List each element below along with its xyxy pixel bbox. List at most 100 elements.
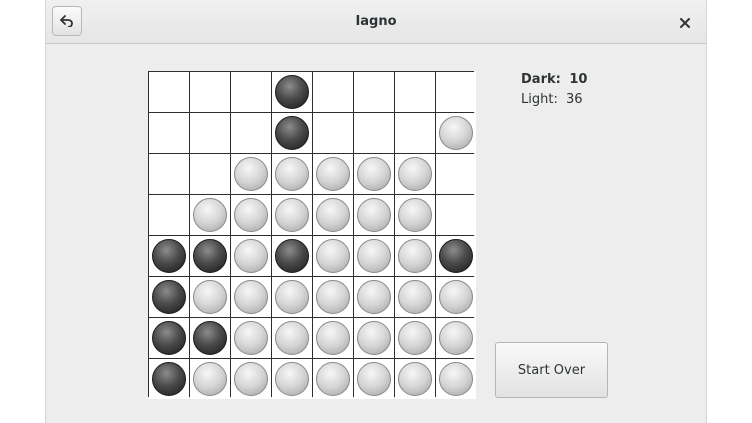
board-cell[interactable]	[149, 318, 189, 358]
board-cell[interactable]	[313, 236, 353, 276]
board-cell[interactable]	[436, 72, 476, 112]
light-piece	[234, 157, 268, 191]
light-piece	[439, 280, 473, 314]
board-cell[interactable]	[395, 154, 435, 194]
light-piece	[398, 362, 432, 396]
close-icon	[680, 13, 690, 32]
board-cell[interactable]	[149, 113, 189, 153]
board-cell[interactable]	[436, 359, 476, 399]
light-piece	[316, 321, 350, 355]
board-cell[interactable]	[190, 277, 230, 317]
board-cell[interactable]	[354, 72, 394, 112]
light-piece	[316, 239, 350, 273]
board-cell[interactable]	[395, 236, 435, 276]
board-cell[interactable]	[231, 154, 271, 194]
board-cell[interactable]	[231, 195, 271, 235]
dark-score: Dark: 10	[521, 70, 587, 90]
board-cell[interactable]	[395, 72, 435, 112]
light-piece	[275, 157, 309, 191]
board-cell[interactable]	[436, 195, 476, 235]
board-cell[interactable]	[313, 154, 353, 194]
board-cell[interactable]	[190, 72, 230, 112]
light-piece	[398, 198, 432, 232]
board-cell[interactable]	[395, 318, 435, 358]
light-piece	[316, 157, 350, 191]
board-cell[interactable]	[436, 154, 476, 194]
light-piece	[234, 239, 268, 273]
start-over-button[interactable]: Start Over	[495, 342, 608, 398]
dark-score-label: Dark:	[521, 72, 561, 87]
light-piece	[316, 198, 350, 232]
board-cell[interactable]	[395, 277, 435, 317]
light-piece	[357, 362, 391, 396]
board-cell[interactable]	[272, 318, 312, 358]
board-cell[interactable]	[272, 72, 312, 112]
dark-piece	[193, 239, 227, 273]
board-cell[interactable]	[272, 359, 312, 399]
board-cell[interactable]	[190, 359, 230, 399]
board-cell[interactable]	[272, 236, 312, 276]
close-button[interactable]	[674, 11, 696, 33]
board-cell[interactable]	[149, 359, 189, 399]
dark-piece	[152, 362, 186, 396]
board-cell[interactable]	[190, 195, 230, 235]
board-cell[interactable]	[313, 318, 353, 358]
board-cell[interactable]	[149, 277, 189, 317]
board-cell[interactable]	[272, 154, 312, 194]
board-cell[interactable]	[395, 195, 435, 235]
light-piece	[357, 157, 391, 191]
board-cell[interactable]	[190, 236, 230, 276]
board-cell[interactable]	[354, 277, 394, 317]
light-piece	[234, 362, 268, 396]
board-cell[interactable]	[354, 154, 394, 194]
board-cell[interactable]	[436, 113, 476, 153]
board-cell[interactable]	[231, 113, 271, 153]
board-cell[interactable]	[231, 318, 271, 358]
board-cell[interactable]	[436, 236, 476, 276]
board-cell[interactable]	[149, 195, 189, 235]
board-cell[interactable]	[190, 154, 230, 194]
board-cell[interactable]	[272, 113, 312, 153]
board-cell[interactable]	[436, 277, 476, 317]
board-cell[interactable]	[313, 113, 353, 153]
board-cell[interactable]	[313, 195, 353, 235]
board-cell[interactable]	[313, 277, 353, 317]
board-cell[interactable]	[354, 113, 394, 153]
board-cell[interactable]	[231, 72, 271, 112]
board-cell[interactable]	[313, 72, 353, 112]
header-bar: Iagno	[46, 0, 706, 44]
light-piece	[398, 280, 432, 314]
board-cell[interactable]	[354, 236, 394, 276]
board-cell[interactable]	[436, 318, 476, 358]
board-cell[interactable]	[313, 359, 353, 399]
board-cell[interactable]	[272, 277, 312, 317]
board-cell[interactable]	[354, 318, 394, 358]
light-piece	[357, 198, 391, 232]
dark-piece	[439, 239, 473, 273]
light-piece	[234, 198, 268, 232]
board-cell[interactable]	[231, 277, 271, 317]
light-piece	[193, 198, 227, 232]
light-piece	[316, 280, 350, 314]
board-cell[interactable]	[354, 359, 394, 399]
board-cell[interactable]	[149, 72, 189, 112]
light-piece	[439, 116, 473, 150]
board-cell[interactable]	[231, 236, 271, 276]
board-cell[interactable]	[190, 113, 230, 153]
light-piece	[357, 321, 391, 355]
board-cell[interactable]	[190, 318, 230, 358]
board-cell[interactable]	[395, 359, 435, 399]
light-score: Light: 36	[521, 90, 587, 110]
board-cell[interactable]	[395, 113, 435, 153]
light-piece	[234, 321, 268, 355]
dark-piece	[193, 321, 227, 355]
board-cell[interactable]	[149, 154, 189, 194]
board-cell[interactable]	[231, 359, 271, 399]
board-cell[interactable]	[354, 195, 394, 235]
light-piece	[316, 362, 350, 396]
light-piece	[357, 280, 391, 314]
light-piece	[275, 198, 309, 232]
board-cell[interactable]	[149, 236, 189, 276]
board-cell[interactable]	[272, 195, 312, 235]
dark-piece	[152, 239, 186, 273]
